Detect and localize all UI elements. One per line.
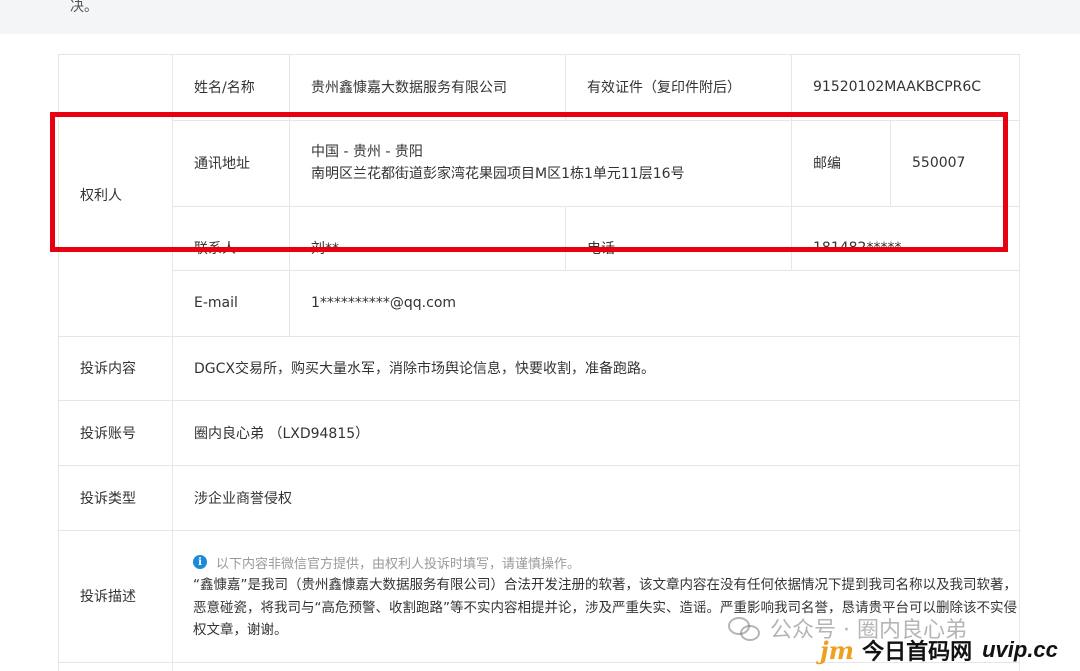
brand-badge: jm 今日首码网 uvip.cc xyxy=(820,634,1058,666)
name-value: 贵州鑫慷嘉大数据服务有限公司 xyxy=(311,80,507,96)
email-label: E-mail xyxy=(194,295,238,311)
complaint-content-label: 投诉内容 xyxy=(80,361,136,377)
top-text: 决。 xyxy=(70,0,98,15)
email-value: 1**********@qq.com xyxy=(311,295,457,311)
notice-text: 以下内容非微信官方提供，由权利人投诉时填写，请谨慎操作。 xyxy=(216,556,581,572)
info-icon: i xyxy=(193,555,207,569)
complaint-content-value: DGCX交易所，购买大量水军，消除市场舆论信息，快要收割，准备跑路。 xyxy=(194,361,655,377)
id-value: 91520102MAAKBCPR6C xyxy=(813,79,982,95)
brand-logo: jm xyxy=(820,635,855,665)
top-band: 决。 xyxy=(0,0,1080,34)
complaint-type-label: 投诉类型 xyxy=(80,490,136,507)
complaint-description-label: 投诉描述 xyxy=(80,589,136,605)
notice-line: i 以下内容非微信官方提供，由权利人投诉时填写，请谨慎操作。 xyxy=(193,551,1023,573)
brand-name: 今日首码网 xyxy=(862,640,973,665)
brand-site: uvip.cc xyxy=(982,637,1058,662)
complaint-type-value: 涉企业商誉侵权 xyxy=(194,490,292,507)
complaint-account-label: 投诉账号 xyxy=(80,425,136,442)
id-label: 有效证件（复印件附后） xyxy=(587,80,741,96)
wechat-icon xyxy=(728,615,760,641)
name-label: 姓名/名称 xyxy=(194,80,255,96)
complaint-account-value: 圈内良心弟 （LXD94815） xyxy=(194,425,370,442)
highlight-box xyxy=(50,112,1008,252)
